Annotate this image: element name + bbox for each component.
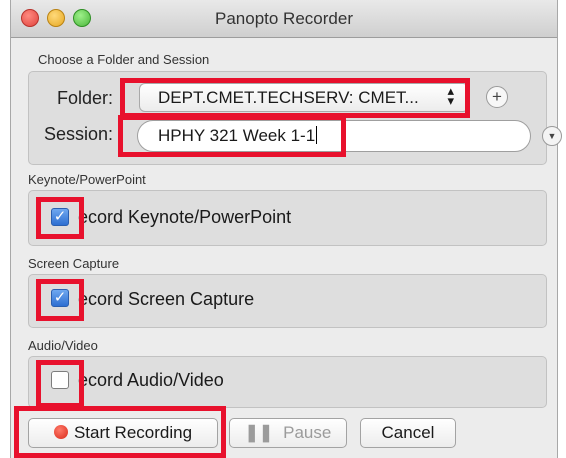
record-audio-video-checkbox[interactable] [51,371,69,389]
session-group-heading: Choose a Folder and Session [38,52,210,67]
audio-video-heading: Audio/Video [28,338,98,353]
screen-capture-heading: Screen Capture [28,256,120,271]
chevron-down-circle-icon: ▼ [547,131,557,141]
folder-select-value: DEPT.CMET.TECHSERV: CMET... [158,88,419,107]
cancel-button[interactable]: Cancel [360,418,456,448]
record-dot-icon [53,425,68,439]
folder-label: Folder: [57,88,114,108]
start-recording-label: Start Recording [73,423,193,442]
session-label: Session: [44,124,114,144]
pause-button[interactable]: ❚❚ Pause [229,418,347,448]
record-keynote-checkbox[interactable]: ✓ [51,208,69,226]
start-recording-button[interactable]: Start Recording [28,418,218,448]
session-dropdown-button[interactable]: ▼ [542,126,562,146]
checkmark-icon: ✓ [53,208,67,225]
folder-select[interactable]: DEPT.CMET.TECHSERV: CMET... ▴ ▾ [139,83,469,112]
window-title: Panopto Recorder [215,9,353,28]
checkmark-icon: ✓ [53,289,67,306]
pause-icon: ❚❚ [244,423,274,442]
up-down-arrows-icon: ▴ ▾ [447,83,454,108]
session-input[interactable]: HPHY 321 Week 1-1 [137,120,531,152]
recorder-window: Panopto Recorder Choose a Folder and Ses… [10,0,562,458]
record-screen-capture-label[interactable]: ecord Screen Capture [78,289,254,310]
plus-circle-icon: + [492,87,502,106]
cancel-label: Cancel [381,423,435,442]
add-folder-button[interactable]: + [486,86,508,108]
record-audio-video-label[interactable]: ecord Audio/Video [78,370,224,391]
record-screen-capture-checkbox[interactable]: ✓ [51,289,69,307]
pause-label: Pause [283,423,332,442]
session-input-value: HPHY 321 Week 1-1 [158,126,316,145]
title-bar: Panopto Recorder [11,0,557,38]
text-caret [316,126,318,144]
record-keynote-label[interactable]: ecord Keynote/PowerPoint [78,207,291,228]
keynote-heading: Keynote/PowerPoint [28,172,146,187]
